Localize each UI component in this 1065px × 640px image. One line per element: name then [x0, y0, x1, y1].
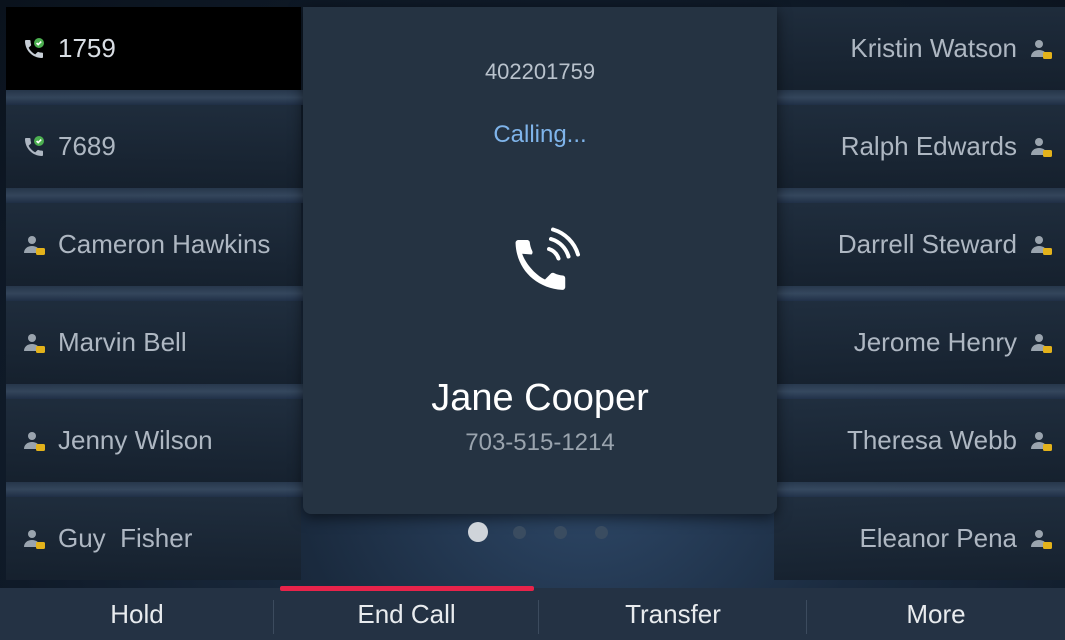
line-key-left-4[interactable]: Marvin Bell — [6, 301, 301, 384]
line-key-right-3[interactable]: Darrell Steward — [774, 203, 1065, 286]
call-status: Calling... — [493, 121, 587, 148]
line-key-right-5[interactable]: Theresa Webb — [774, 399, 1065, 482]
line-key-left-6[interactable]: Guy Fisher — [6, 497, 301, 580]
contact-presence-icon — [1029, 37, 1053, 61]
line-key-left-5[interactable]: Jenny Wilson — [6, 399, 301, 482]
page-dot-active[interactable] — [468, 522, 488, 542]
line-key-right-6[interactable]: Eleanor Pena — [774, 497, 1065, 580]
line-key-label: Jerome Henry — [853, 327, 1017, 357]
active-softkey-indicator — [280, 586, 534, 591]
line-key-label: Jenny Wilson — [58, 425, 213, 455]
right-line-keys: Kristin Watson Ralph Edwards Darrell Ste… — [774, 7, 1065, 595]
line-key-label: Eleanor Pena — [859, 523, 1017, 553]
page-dot[interactable] — [513, 525, 526, 539]
left-line-keys: 1759 7689 Cameron Hawkins Marvin Bell Je… — [6, 7, 301, 595]
line-key-label: Darrell Steward — [837, 229, 1017, 259]
page-indicator — [468, 522, 636, 542]
line-key-label: Kristin Watson — [850, 33, 1017, 63]
contact-presence-icon — [22, 233, 46, 257]
softkey-bar: Hold End Call Transfer More — [0, 588, 1065, 640]
contact-presence-icon — [22, 429, 46, 453]
page-dot[interactable] — [554, 525, 567, 539]
contact-presence-icon — [1029, 429, 1053, 453]
phone-screen: 1759 7689 Cameron Hawkins Marvin Bell Je… — [0, 0, 1065, 640]
end-call-button[interactable]: End Call — [274, 588, 539, 640]
line-key-label: Ralph Edwards — [840, 131, 1017, 161]
line-key-label: Guy Fisher — [58, 523, 193, 553]
contact-presence-icon — [22, 331, 46, 355]
line-key-right-4[interactable]: Jerome Henry — [774, 301, 1065, 384]
line-key-left-3[interactable]: Cameron Hawkins — [6, 203, 301, 286]
phone-active-icon — [22, 37, 46, 61]
dialed-number: 402201759 — [484, 59, 596, 84]
phone-ringing-icon — [505, 227, 581, 303]
contact-presence-icon — [1029, 233, 1053, 257]
line-key-label: 7689 — [58, 131, 116, 161]
transfer-button[interactable]: Transfer — [539, 588, 807, 640]
more-button[interactable]: More — [807, 588, 1065, 640]
contact-presence-icon — [1029, 331, 1053, 355]
line-key-right-1[interactable]: Kristin Watson — [774, 7, 1065, 90]
line-key-left-1[interactable]: 1759 — [6, 7, 301, 90]
hold-button[interactable]: Hold — [0, 588, 274, 640]
phone-active-icon — [22, 135, 46, 159]
page-dot[interactable] — [595, 525, 608, 539]
line-key-label: Marvin Bell — [58, 327, 187, 357]
contact-presence-icon — [1029, 135, 1053, 159]
outgoing-call-popup: 402201759 Calling... Jane Cooper 703-515… — [303, 7, 777, 514]
callee-name: Jane Cooper — [431, 377, 649, 419]
contact-presence-icon — [22, 527, 46, 551]
line-key-left-2[interactable]: 7689 — [6, 105, 301, 188]
line-key-label: Theresa Webb — [846, 425, 1017, 455]
line-key-label: 1759 — [58, 33, 116, 63]
callee-number: 703-515-1214 — [465, 429, 615, 456]
line-key-label: Cameron Hawkins — [58, 229, 271, 259]
contact-presence-icon — [1029, 527, 1053, 551]
line-key-right-2[interactable]: Ralph Edwards — [774, 105, 1065, 188]
